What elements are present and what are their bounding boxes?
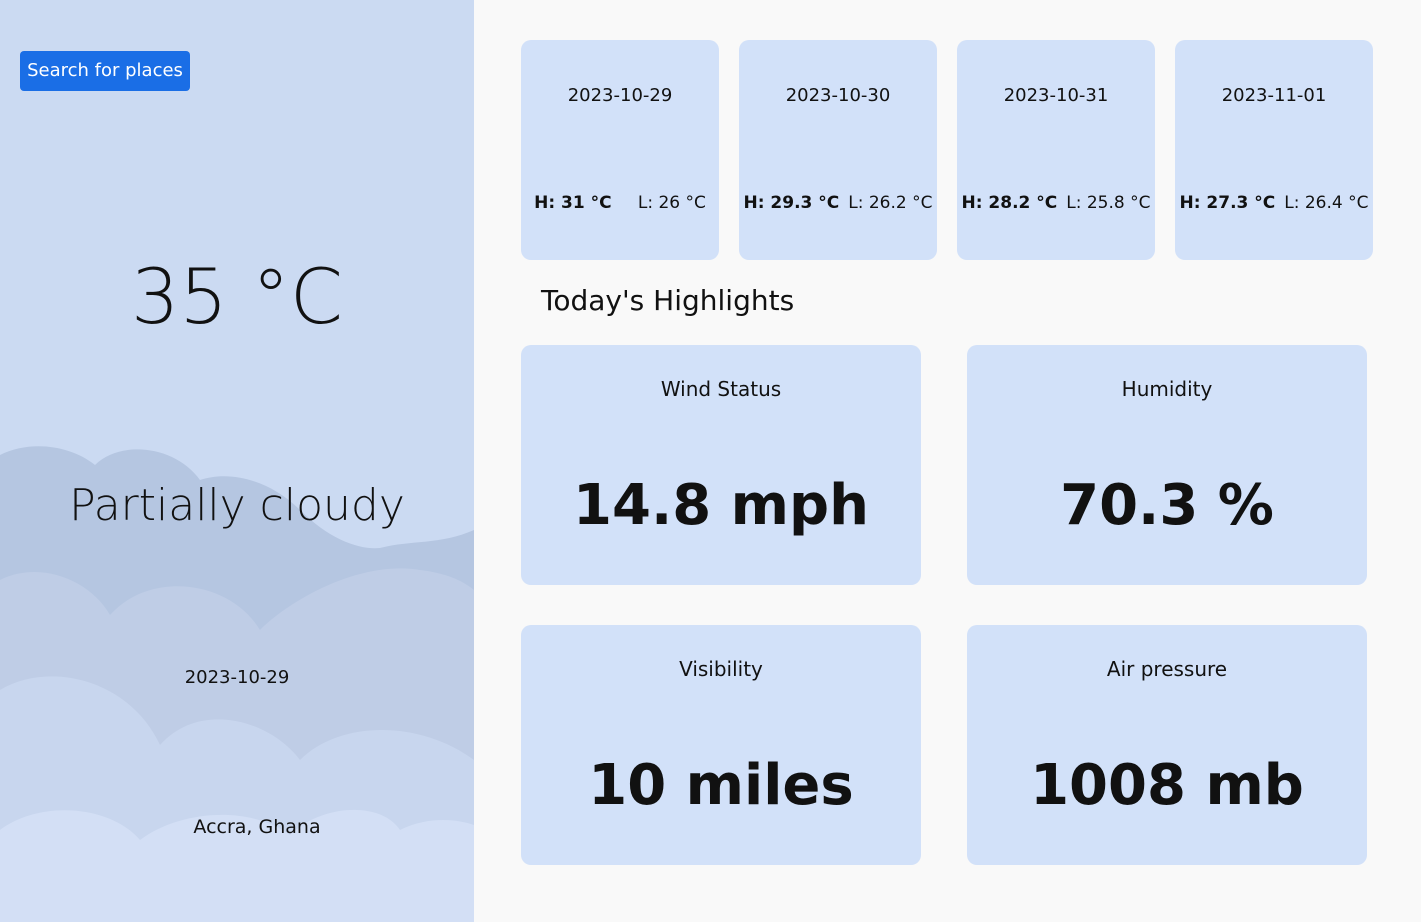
- visibility-label: Visibility: [679, 657, 763, 681]
- humidity-label: Humidity: [1121, 377, 1213, 401]
- wind-status-label: Wind Status: [660, 377, 782, 401]
- air-pressure-card: Air pressure 1008 mb: [967, 625, 1367, 865]
- humidity-card: Humidity 70.3 %: [967, 345, 1367, 585]
- forecast-date: 2023-10-29: [567, 85, 673, 106]
- forecast-high: H: 31 °C: [534, 193, 612, 213]
- current-temperature: 35 °C: [131, 252, 343, 341]
- forecast-card: 2023-10-30 H: 29.3 °C L: 26.2 °C: [739, 40, 937, 260]
- forecast-low: L: 26 °C: [637, 193, 706, 213]
- clouds-background: [0, 446, 474, 922]
- highlights-title: Today's Highlights: [541, 284, 795, 317]
- humidity-value: 70.3 %: [1060, 473, 1274, 538]
- wind-status-card: Wind Status 14.8 mph: [521, 345, 921, 585]
- weather-condition: Partially cloudy: [69, 480, 405, 531]
- sidebar: Search for places 35 °C Partially cloudy…: [0, 0, 474, 922]
- forecast-low: L: 25.8 °C: [1066, 193, 1151, 213]
- air-pressure-label: Air pressure: [1106, 657, 1228, 681]
- forecast-card: 2023-11-01 H: 27.3 °C L: 26.4 °C: [1175, 40, 1373, 260]
- forecast-card: 2023-10-31 H: 28.2 °C L: 25.8 °C: [957, 40, 1155, 260]
- current-location: Accra, Ghana: [193, 816, 321, 838]
- wind-status-value: 14.8 mph: [573, 473, 869, 538]
- forecast-low: L: 26.2 °C: [848, 193, 933, 213]
- air-pressure-value: 1008 mb: [1030, 753, 1304, 818]
- visibility-card: Visibility 10 miles: [521, 625, 921, 865]
- current-date: 2023-10-29: [184, 667, 290, 688]
- forecast-date: 2023-10-31: [1003, 85, 1109, 106]
- forecast-high: H: 29.3 °C: [743, 193, 840, 213]
- forecast-date: 2023-11-01: [1221, 85, 1327, 106]
- forecast-high: H: 27.3 °C: [1179, 193, 1276, 213]
- forecast-low: L: 26.4 °C: [1284, 193, 1369, 213]
- forecast-high: H: 28.2 °C: [961, 193, 1058, 213]
- search-places-button[interactable]: Search for places: [20, 51, 190, 91]
- forecast-date: 2023-10-30: [785, 85, 891, 106]
- visibility-value: 10 miles: [588, 753, 854, 818]
- forecast-card: 2023-10-29 H: 31 °C L: 26 °C: [521, 40, 719, 260]
